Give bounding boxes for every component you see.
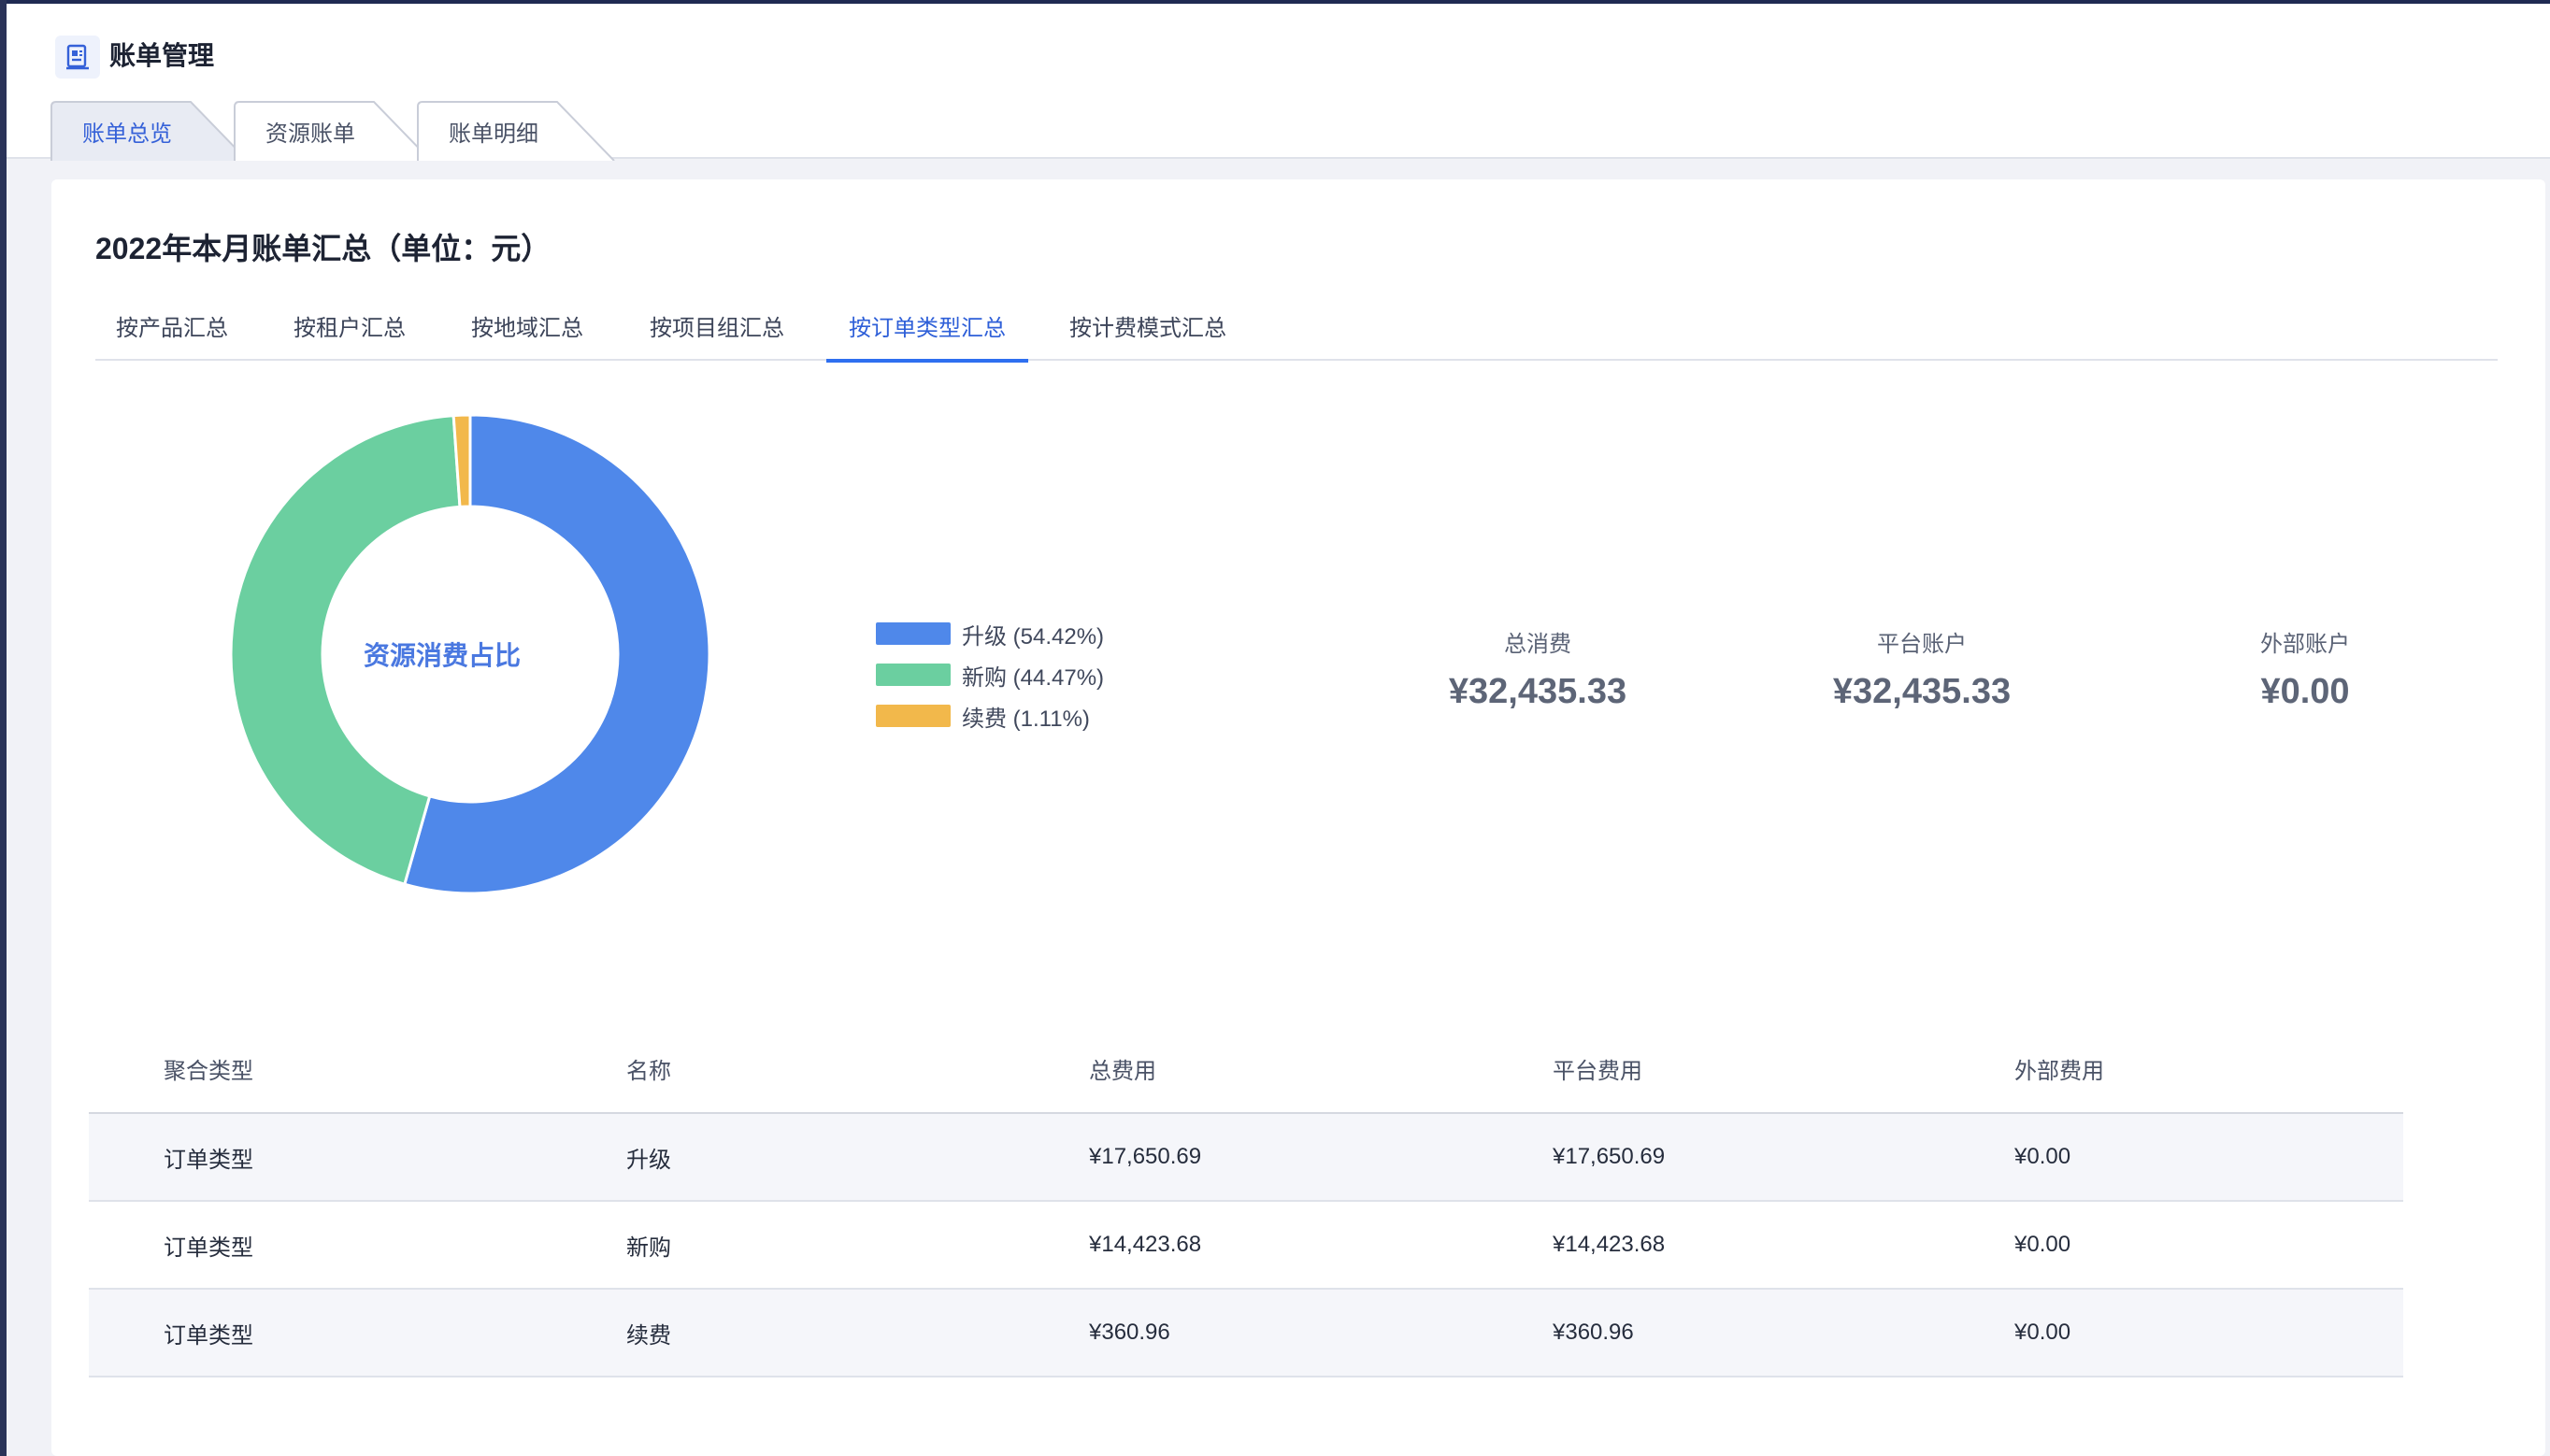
legend-swatch bbox=[876, 664, 951, 686]
cell-total-cost: ¥17,650.69 bbox=[1089, 1144, 1202, 1169]
column-header-platform-cost[interactable]: 平台费用 bbox=[1553, 1024, 1642, 1112]
table-row[interactable]: 订单类型 续费 ¥360.96 ¥360.96 ¥0.00 bbox=[89, 1290, 2403, 1377]
tab-bill-overview[interactable]: 账单总览 bbox=[50, 101, 249, 161]
column-header-name[interactable]: 名称 bbox=[626, 1024, 671, 1112]
legend-label: 新购 (44.47%) bbox=[962, 664, 1105, 691]
chart-legend: 升级 (54.42%) 新购 (44.47%) 续费 (1.11%) bbox=[876, 613, 1104, 736]
stat-value: ¥32,435.33 bbox=[1832, 672, 2012, 711]
tab-resource-bill[interactable]: 资源账单 bbox=[234, 101, 432, 161]
bill-document-icon bbox=[55, 36, 100, 79]
summary-table: 聚合类型 名称 总费用 平台费用 外部费用 订单类型 升级 ¥17,650.69… bbox=[89, 1024, 2403, 1377]
legend-item-new-purchase[interactable]: 新购 (44.47%) bbox=[876, 654, 1104, 695]
table-header-row: 聚合类型 名称 总费用 平台费用 外部费用 bbox=[89, 1024, 2403, 1114]
summary-title: 2022年本月账单汇总（单位：元） bbox=[95, 232, 552, 265]
tab-by-project-group[interactable]: 按项目组汇总 bbox=[628, 310, 806, 361]
cell-total-cost: ¥360.96 bbox=[1089, 1320, 1170, 1345]
cell-external-cost: ¥0.00 bbox=[2014, 1320, 2071, 1345]
tab-by-tenant[interactable]: 按租户汇总 bbox=[273, 310, 426, 361]
tab-label: 账单明细 bbox=[449, 121, 538, 147]
stat-total-spend: 总消费 ¥32,435.33 bbox=[1388, 628, 1687, 718]
stat-value: ¥0.00 bbox=[2260, 672, 2350, 711]
column-header-external-cost[interactable]: 外部费用 bbox=[2014, 1024, 2104, 1112]
tab-label: 账单总览 bbox=[82, 121, 172, 147]
tab-by-billing-mode[interactable]: 按计费模式汇总 bbox=[1047, 310, 1249, 361]
legend-item-renewal[interactable]: 续费 (1.11%) bbox=[876, 695, 1104, 736]
cell-name: 续费 bbox=[626, 1322, 671, 1349]
legend-label: 续费 (1.11%) bbox=[962, 706, 1090, 732]
cell-aggregation-type: 订单类型 bbox=[164, 1322, 253, 1349]
legend-swatch bbox=[876, 705, 951, 727]
legend-label: 升级 (54.42%) bbox=[962, 623, 1105, 649]
page-header: 账单管理 账单总览 资源账单 账单明细 bbox=[7, 4, 2550, 161]
tab-by-order-type[interactable]: 按订单类型汇总 bbox=[826, 310, 1028, 363]
tab-bill-detail[interactable]: 账单明细 bbox=[417, 101, 615, 161]
legend-item-upgrade[interactable]: 升级 (54.42%) bbox=[876, 613, 1104, 654]
cell-external-cost: ¥0.00 bbox=[2014, 1232, 2071, 1257]
stat-platform-account: 平台账户 ¥32,435.33 bbox=[1772, 628, 2071, 718]
stat-value: ¥32,435.33 bbox=[1448, 672, 1627, 711]
stat-label: 总消费 bbox=[1504, 632, 1571, 657]
donut-center-label: 资源消费占比 bbox=[363, 641, 521, 670]
stat-external-account: 外部账户 ¥0.00 bbox=[2156, 628, 2455, 718]
tab-label: 资源账单 bbox=[265, 121, 355, 147]
app-title: 账单管理 bbox=[109, 41, 215, 70]
summary-sub-tabs: 按产品汇总 按租户汇总 按地域汇总 按项目组汇总 按订单类型汇总 按计费模式汇总 bbox=[95, 310, 2498, 363]
cell-name: 升级 bbox=[626, 1147, 671, 1173]
table-row[interactable]: 订单类型 升级 ¥17,650.69 ¥17,650.69 ¥0.00 bbox=[89, 1114, 2403, 1202]
stat-label: 平台账户 bbox=[1877, 632, 1967, 657]
tab-by-region[interactable]: 按地域汇总 bbox=[451, 310, 604, 361]
stat-label: 外部账户 bbox=[2260, 632, 2350, 657]
table-row[interactable]: 订单类型 新购 ¥14,423.68 ¥14,423.68 ¥0.00 bbox=[89, 1202, 2403, 1290]
legend-swatch bbox=[876, 622, 951, 645]
cell-platform-cost: ¥14,423.68 bbox=[1553, 1232, 1666, 1257]
tab-by-product[interactable]: 按产品汇总 bbox=[95, 310, 249, 361]
cell-external-cost: ¥0.00 bbox=[2014, 1144, 2071, 1169]
cell-name: 新购 bbox=[626, 1235, 671, 1261]
side-nav-edge bbox=[0, 0, 7, 1456]
column-header-total-cost[interactable]: 总费用 bbox=[1089, 1024, 1156, 1112]
cell-total-cost: ¥14,423.68 bbox=[1089, 1232, 1202, 1257]
column-header-aggregation-type[interactable]: 聚合类型 bbox=[164, 1024, 253, 1112]
cell-platform-cost: ¥17,650.69 bbox=[1553, 1144, 1666, 1169]
cell-platform-cost: ¥360.96 bbox=[1553, 1320, 1634, 1345]
cell-aggregation-type: 订单类型 bbox=[164, 1235, 253, 1261]
cell-aggregation-type: 订单类型 bbox=[164, 1147, 253, 1173]
